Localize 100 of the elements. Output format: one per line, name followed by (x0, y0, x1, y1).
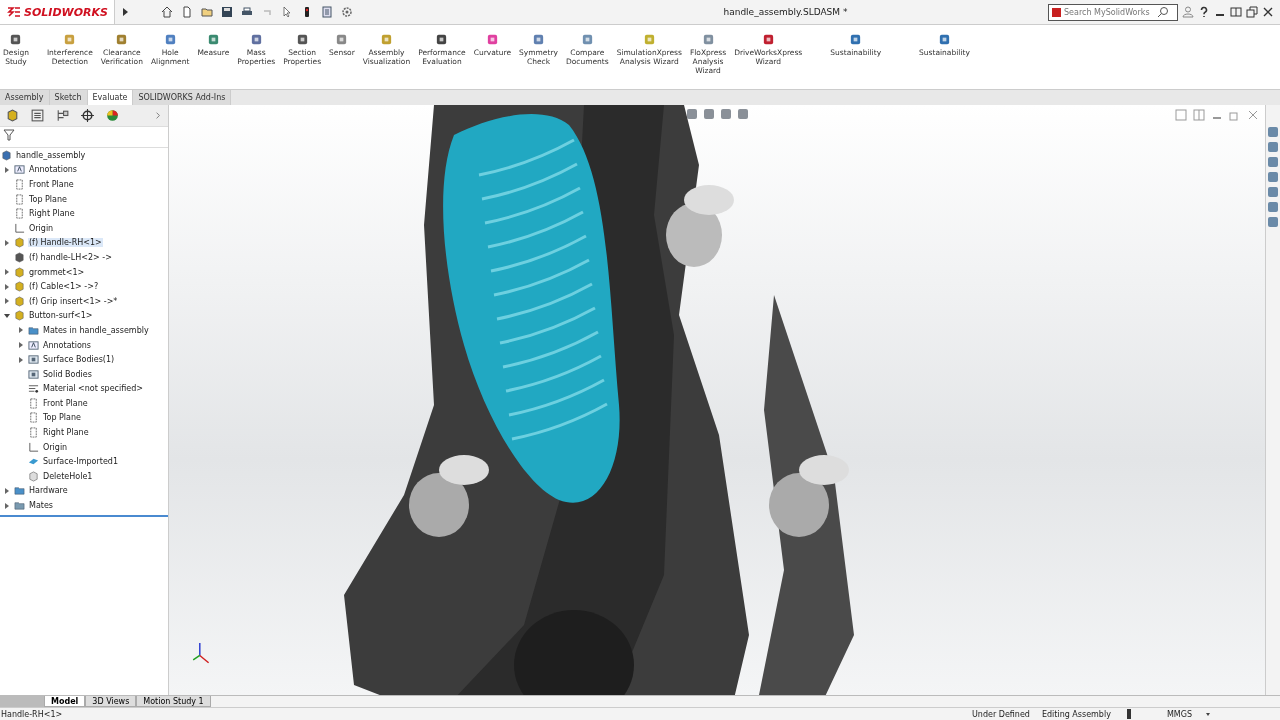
crosshair-icon[interactable] (80, 108, 95, 123)
tool-icon (163, 33, 177, 46)
tree-item[interactable]: Annotations (42, 340, 93, 350)
save-icon[interactable] (220, 6, 233, 18)
filter-icon[interactable] (3, 129, 15, 141)
home-icon[interactable] (160, 6, 173, 18)
tool-icon (9, 33, 23, 46)
tool-icon (379, 33, 393, 46)
part-icon (14, 251, 25, 263)
expand-arrow-icon[interactable] (3, 486, 11, 495)
tree-item[interactable]: Top Plane (42, 413, 82, 423)
tree-item[interactable]: Annotations (28, 165, 79, 175)
expand-arrow-icon[interactable] (3, 311, 11, 320)
tree-item[interactable]: Right Plane (28, 209, 76, 219)
expand-arrow-icon[interactable] (3, 282, 11, 291)
tree-item[interactable]: Top Plane (28, 194, 68, 204)
tree-item[interactable]: (f) Cable<1> ->? (28, 282, 100, 292)
tree-item[interactable]: Front Plane (28, 180, 75, 189)
tool-icon (485, 33, 499, 46)
tree-item[interactable]: grommet<1> (28, 267, 86, 277)
tree-item[interactable]: Mates (28, 501, 55, 511)
plane-icon (14, 193, 25, 205)
open-folder-icon[interactable] (200, 6, 213, 18)
ribbon-tab[interactable]: Sketch (49, 90, 88, 105)
tile-icon[interactable] (1230, 6, 1242, 18)
tool-icon (580, 33, 594, 46)
bodies-icon (28, 354, 39, 366)
file-properties-icon[interactable] (320, 6, 333, 18)
tree-item[interactable]: (f) handle-LH<2> -> (28, 252, 113, 262)
units-dropdown[interactable]: MMGS (1166, 709, 1192, 719)
expand-arrow-icon[interactable] (3, 297, 11, 306)
part-icon (14, 310, 25, 322)
property-manager-icon[interactable] (30, 108, 45, 123)
folder-icon (28, 324, 39, 336)
expand-arrow-icon[interactable] (17, 355, 25, 364)
tool-icon (531, 33, 545, 46)
solidworks-search-icon (1052, 7, 1061, 17)
cursor-icon[interactable] (280, 6, 293, 18)
part-icon (14, 295, 25, 307)
tool-icon (335, 33, 349, 46)
tool-icon (761, 33, 775, 46)
tool-icon (295, 33, 309, 46)
tool-icon (435, 33, 449, 46)
expand-arrow-icon[interactable] (3, 238, 11, 247)
tree-item[interactable]: Mates in handle_assembly (42, 325, 150, 335)
tree-item[interactable]: Front Plane (42, 398, 89, 408)
status-text: Handle-RH<1> (1, 709, 63, 719)
tool-icon (849, 33, 863, 46)
tool-icon (937, 33, 951, 46)
tool-icon (63, 33, 77, 46)
ribbon-tab[interactable]: Evaluate (87, 90, 134, 105)
feature-icon (28, 470, 39, 482)
tree-item[interactable]: Solid Bodies (42, 369, 93, 379)
settings-icon[interactable] (340, 6, 353, 18)
appearance-icon[interactable] (105, 108, 120, 123)
feature-manager-icon[interactable] (5, 108, 20, 123)
annotations-icon (28, 339, 39, 351)
origin-icon (14, 222, 25, 234)
print-icon[interactable] (240, 6, 253, 18)
tree-item[interactable]: Surface Bodies(1) (42, 355, 116, 365)
tool-icon (115, 33, 129, 46)
tool-icon (642, 33, 656, 46)
tree-item[interactable]: Button-surf<1> (28, 311, 94, 321)
tree-item[interactable]: (f) Grip insert<1> ->* (28, 296, 119, 306)
tree-item[interactable]: handle_assembly (15, 150, 87, 160)
ribbon-tab[interactable]: SOLIDWORKS Add-Ins (133, 90, 232, 105)
folder-icon (14, 500, 25, 512)
caret-icon[interactable] (1204, 710, 1212, 718)
tool-icon (249, 33, 263, 46)
status-text: Under Defined (972, 709, 1030, 719)
expand-arrow-icon[interactable] (17, 341, 25, 349)
plane-icon (14, 179, 25, 190)
expand-arrow-icon[interactable] (17, 326, 25, 335)
user-icon[interactable] (1182, 6, 1194, 18)
tree-item[interactable]: DeleteHole1 (42, 471, 94, 481)
tree-item[interactable]: (f) Handle-RH<1> (28, 238, 103, 248)
part-icon (14, 237, 25, 249)
tree-item[interactable]: Surface-Imported1 (42, 457, 119, 467)
expand-arrow-icon[interactable] (3, 501, 11, 510)
folder-icon (14, 485, 25, 497)
restore-icon[interactable] (1246, 6, 1258, 18)
close-icon[interactable] (1262, 6, 1274, 18)
configuration-manager-icon[interactable] (55, 108, 70, 123)
search-field[interactable]: Search MySolidWorks (1048, 3, 1178, 21)
expand-arrow-icon[interactable] (3, 268, 11, 277)
tree-item[interactable]: Right Plane (42, 428, 90, 438)
material-icon (28, 383, 39, 395)
ribbon-tab[interactable]: Assembly (0, 90, 50, 105)
tree-item[interactable]: Material <not specified> (42, 384, 144, 394)
solidworks-logo: SOLIDWORKS (0, 0, 115, 24)
search-icon[interactable] (1157, 6, 1169, 18)
tree-item[interactable]: Origin (42, 442, 69, 452)
status-text: Editing Assembly (1041, 709, 1111, 719)
help-icon[interactable] (1198, 6, 1210, 18)
tree-item[interactable]: Hardware (28, 486, 69, 496)
tab-scroll-bar[interactable] (0, 696, 44, 707)
tool-icon (206, 33, 220, 46)
tree-item[interactable]: Origin (28, 223, 55, 233)
new-document-icon[interactable] (180, 6, 193, 18)
expand-arrow-icon[interactable] (3, 165, 11, 174)
